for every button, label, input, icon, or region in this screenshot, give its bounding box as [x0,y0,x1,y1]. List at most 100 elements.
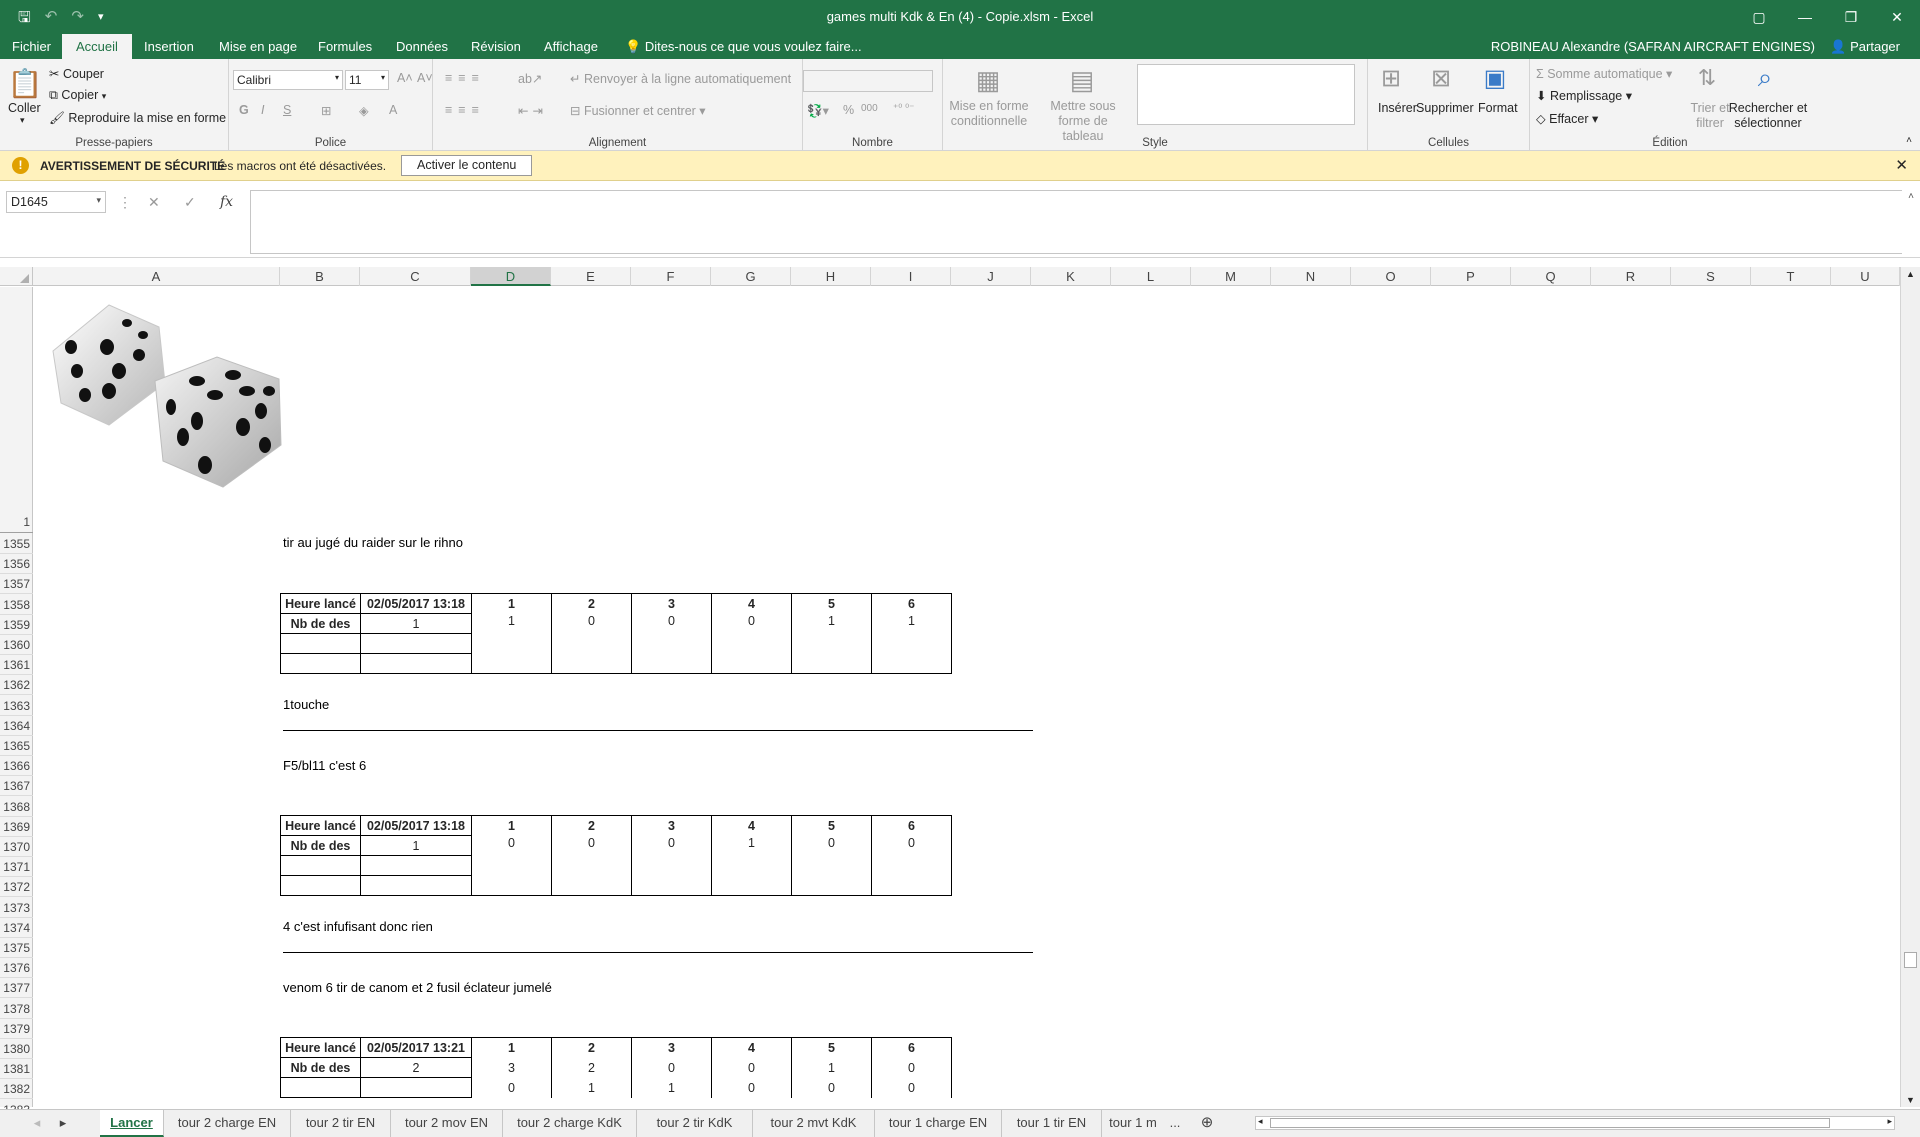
count-cell[interactable]: 1 [871,613,952,674]
table-format-icon[interactable]: ▤ [1065,63,1099,97]
note-cell[interactable]: F5/bl11 c'est 6 [283,758,366,773]
col-header-k[interactable]: K [1031,267,1111,286]
col-header-d[interactable]: D [471,267,551,286]
chevron-down-icon[interactable]: ▾ [20,115,25,126]
count-cell[interactable]: 1 [791,613,872,674]
sheet-tab[interactable]: tour 1 charge EN [875,1110,1002,1137]
count-cell[interactable]: 0 [551,835,632,896]
count-cell[interactable]: 1 [711,835,792,896]
empty-cell[interactable] [280,633,361,654]
face-header-cell[interactable]: 3 [631,1037,712,1058]
tab-fichier[interactable]: Fichier [12,39,51,54]
count-cell[interactable]: 0 [871,1057,952,1078]
row-header[interactable]: 1377 [0,978,33,999]
time-value-cell[interactable]: 02/05/2017 13:18 [360,815,472,836]
font-name-box[interactable]: Calibri ▾ [233,70,343,90]
count-cell[interactable]: 0 [711,1057,792,1078]
number-format-box[interactable] [803,70,933,92]
row-header[interactable]: 1372 [0,877,33,898]
underline-icon[interactable]: S [283,103,291,117]
scroll-thumb[interactable] [1904,952,1917,968]
row-header[interactable]: 1378 [0,999,33,1019]
sheet-tab[interactable]: tour 1 tir EN [1002,1110,1102,1137]
horizontal-align-icons[interactable]: ≡≡≡ [445,103,485,117]
row-header[interactable]: 1363 [0,696,33,716]
format-icon[interactable]: ▣ [1480,63,1510,93]
row-header[interactable]: 1366 [0,756,33,777]
col-header-p[interactable]: P [1431,267,1511,286]
cancel-icon[interactable]: ✕ [148,194,160,211]
empty-cell[interactable] [280,855,361,876]
time-label-cell[interactable]: Heure lancé [280,815,361,836]
grow-font-icon[interactable]: A˄ [397,71,413,85]
face-header-cell[interactable]: 5 [791,1037,872,1058]
conditional-format-icon[interactable]: ▦ [971,63,1005,97]
select-all-button[interactable] [0,267,33,286]
tell-me-box[interactable]: 💡 Dites-nous ce que vous voulez faire... [625,39,862,55]
face-header-cell[interactable]: 2 [551,1037,632,1058]
col-header-i[interactable]: I [871,267,951,286]
face-header-cell[interactable]: 1 [471,593,552,614]
dice-label-cell[interactable]: Nb de des [280,613,361,634]
empty-cell[interactable] [280,875,361,896]
face-header-cell[interactable]: 3 [631,593,712,614]
row-header[interactable]: 1358 [0,595,33,615]
tab-donnees[interactable]: Données [396,39,448,54]
thousands-icon[interactable]: 000 [861,103,878,114]
col-header-j[interactable]: J [951,267,1031,286]
row-header[interactable]: 1364 [0,716,33,736]
close-icon[interactable]: ✕ [1895,156,1908,174]
vertical-scrollbar[interactable]: ▲ ▼ [1900,267,1920,1107]
dice-label-cell[interactable]: Nb de des [280,835,361,856]
count-cell[interactable]: 1 [471,613,552,674]
time-label-cell[interactable]: Heure lancé [280,1037,361,1058]
col-header-f[interactable]: F [631,267,711,286]
row-header[interactable]: 1375 [0,938,33,958]
name-box[interactable]: D1645 ▾ [6,191,106,213]
sheet-tab[interactable]: tour 2 mov EN [391,1110,503,1137]
count-cell[interactable]: 2 [551,1057,632,1078]
row-header[interactable]: 1380 [0,1039,33,1059]
tab-accueil[interactable]: Accueil [62,34,132,59]
count-cell[interactable]: 1 [631,1077,712,1098]
sort-filter-icon[interactable]: ⇅ [1692,63,1722,93]
fill-button[interactable]: ⬇ Remplissage ▾ [1536,88,1632,103]
row-header[interactable]: 1362 [0,675,33,696]
face-header-cell[interactable]: 5 [791,593,872,614]
count-cell[interactable]: 0 [791,1077,872,1098]
chevron-down-icon[interactable]: ▾ [96,195,101,206]
font-size-box[interactable]: 11 ▾ [345,70,389,90]
dice-label-cell[interactable]: Nb de des [280,1057,361,1078]
find-select-button[interactable]: Rechercher et sélectionner [1728,101,1808,131]
face-header-cell[interactable]: 2 [551,815,632,836]
count-cell[interactable]: 1 [551,1077,632,1098]
sheet-tab[interactable]: tour 2 charge EN [164,1110,291,1137]
empty-cell[interactable] [360,653,472,674]
insert-button[interactable]: Insérer [1378,101,1417,115]
row-header[interactable]: 1374 [0,918,33,938]
row-header[interactable]: 1367 [0,776,33,797]
count-cell[interactable]: 0 [791,835,872,896]
empty-cell[interactable] [360,633,472,654]
row-header[interactable]: 1357 [0,574,33,595]
tab-mise-en-page[interactable]: Mise en page [219,39,297,54]
vertical-align-icons[interactable]: ≡≡≡ [445,71,485,85]
share-button[interactable]: 👤 Partager [1830,39,1900,55]
scroll-down-icon[interactable]: ▼ [1906,1095,1915,1105]
count-cell[interactable]: 0 [551,613,632,674]
tab-insertion[interactable]: Insertion [144,39,194,54]
face-header-cell[interactable]: 1 [471,815,552,836]
empty-cell[interactable] [280,1077,361,1098]
count-cell[interactable]: 0 [871,1077,952,1098]
note-cell[interactable]: venom 6 tir de canom et 2 fusil éclateur… [283,980,552,995]
wrap-text-button[interactable]: ↵ Renvoyer à la ligne automatiquement [570,71,791,86]
sheet-tab[interactable]: tour 1 m [1102,1110,1164,1137]
note-cell[interactable]: tir au jugé du raider sur le rihno [283,535,463,550]
count-cell[interactable]: 0 [471,1077,552,1098]
empty-cell[interactable] [280,653,361,674]
insert-function-icon[interactable]: fx [220,194,233,210]
row-header[interactable]: 1355 [0,534,33,554]
row-header[interactable]: 1359 [0,615,33,635]
paste-button[interactable]: Coller [8,101,41,115]
cell-styles-gallery[interactable] [1137,64,1355,125]
